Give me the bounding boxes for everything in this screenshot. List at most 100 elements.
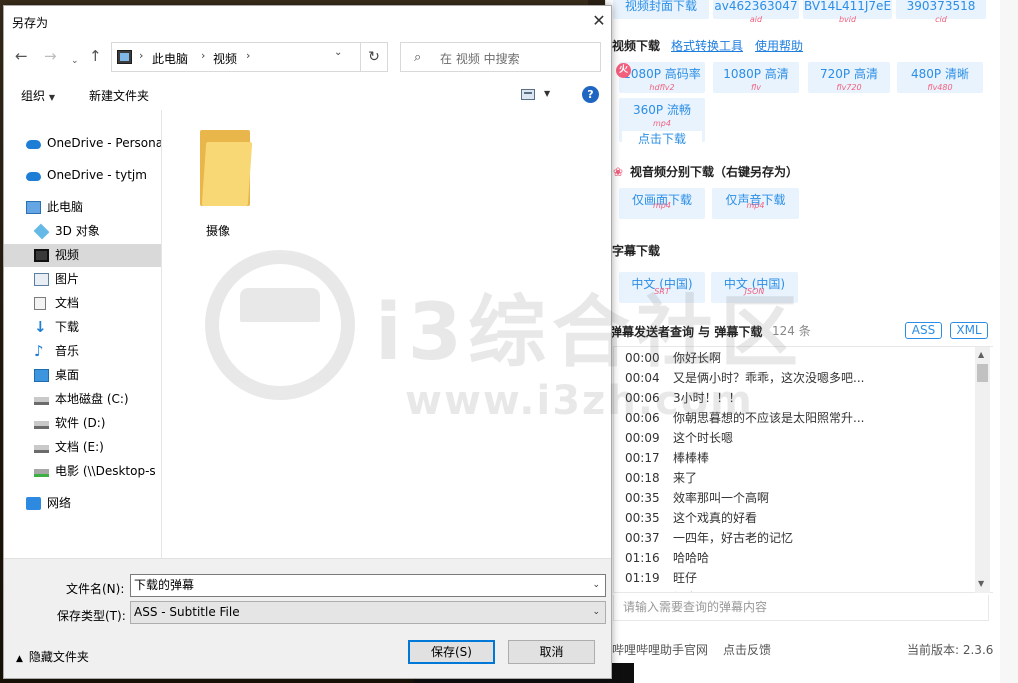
filetype-select[interactable]: ASS - Subtitle File ⌄: [130, 601, 606, 624]
breadcrumb-separator-icon[interactable]: ›: [139, 49, 143, 62]
tree-item[interactable]: 视频: [4, 244, 162, 267]
danmaku-row[interactable]: 00:35 效率那叫一个高啊: [614, 488, 976, 508]
danmaku-row[interactable]: 00:18 来了: [614, 468, 976, 488]
video-only-download-button[interactable]: 仅画面下载 mp4: [619, 188, 705, 219]
tree-item[interactable]: OneDrive - tytjm: [4, 164, 162, 187]
danmaku-scrollbar[interactable]: ▲ ▼: [975, 347, 990, 593]
tree-item-label: 文档: [55, 296, 80, 310]
click-download-link[interactable]: 点击下载: [622, 131, 702, 147]
chevron-down-icon[interactable]: ⌄: [592, 575, 600, 596]
refresh-icon[interactable]: ↻: [360, 43, 387, 71]
view-options-icon[interactable]: [521, 89, 535, 100]
address-bar[interactable]: › 此电脑 › 视频 › ⌄ ↻: [111, 42, 388, 72]
tree-item[interactable]: OneDrive - Persona: [4, 132, 162, 155]
new-folder-button[interactable]: 新建文件夹: [89, 87, 149, 104]
quality-360p-button[interactable]: 360P 流畅 mp4 点击下载: [619, 98, 705, 147]
help-link[interactable]: 使用帮助: [755, 37, 803, 54]
tree-item[interactable]: 文档 (E:): [4, 436, 162, 459]
chevron-down-icon[interactable]: ⌄: [592, 602, 600, 623]
caret-down-icon[interactable]: ▼: [544, 89, 550, 98]
audio-only-download-button[interactable]: 仅声音下载 mp4: [712, 188, 799, 219]
danmaku-row[interactable]: 00:06 3小时！！！: [614, 388, 976, 408]
xml-download-button[interactable]: XML: [950, 322, 988, 339]
ass-download-button[interactable]: ASS: [905, 322, 942, 339]
tree-item-label: 下载: [55, 320, 80, 334]
danmaku-row[interactable]: 01:19 旺仔: [614, 568, 976, 588]
tree-item[interactable]: 图片: [4, 268, 162, 291]
scroll-up-icon[interactable]: ▲: [978, 350, 984, 359]
pane-divider[interactable]: [161, 110, 162, 558]
cancel-button[interactable]: 取消: [508, 640, 595, 664]
tree-item[interactable]: 此电脑: [4, 196, 162, 219]
danmaku-row[interactable]: 00:35 这个戏真的好看: [614, 508, 976, 528]
scroll-down-icon[interactable]: ▼: [978, 579, 984, 588]
subtitle-json-button[interactable]: 中文 (中国) JSON: [711, 272, 798, 303]
danmaku-time: 00:37: [625, 531, 660, 545]
danmaku-text: 哈哈哈: [673, 551, 710, 565]
tree-item-label: 软件 (D:): [55, 416, 106, 430]
danmaku-row[interactable]: 01:23 绿皮: [614, 588, 976, 592]
tree-item[interactable]: 桌面: [4, 364, 162, 387]
danmaku-row[interactable]: 01:16 哈哈哈: [614, 548, 976, 568]
danmaku-row[interactable]: 00:09 这个时长嗯: [614, 428, 976, 448]
folder-label[interactable]: 摄像: [206, 222, 230, 239]
tree-item-label: 文档 (E:): [55, 440, 104, 454]
filename-label: 文件名(N):: [66, 582, 125, 596]
tree-item[interactable]: ↓ 下载: [4, 316, 162, 339]
danmaku-text: 绿皮: [673, 588, 697, 592]
quality-1080p-high-bitrate-button[interactable]: 1080P 高码率 hdflv2: [619, 62, 705, 93]
breadcrumb-separator-icon[interactable]: ›: [246, 49, 250, 62]
tree-item[interactable]: 文档: [4, 292, 162, 315]
close-icon[interactable]: ✕: [587, 10, 611, 32]
danmaku-row[interactable]: 00:06 你朝思暮想的不应该是太阳照常升...: [614, 408, 976, 428]
tree-item-label: 桌面: [55, 368, 80, 382]
breadcrumb-this-pc[interactable]: 此电脑: [152, 50, 188, 67]
up-arrow-icon[interactable]: ↑: [89, 47, 102, 65]
breadcrumb-videos[interactable]: 视频: [213, 50, 237, 67]
tree-item-label: OneDrive - tytjm: [47, 168, 147, 182]
danmaku-row[interactable]: 00:17 棒棒棒: [614, 448, 976, 468]
search-box[interactable]: ⌕ 在 视频 中搜索: [400, 42, 601, 72]
save-as-dialog: 另存为 ✕ ← → ⌄ ↑ › 此电脑 › 视频 › ⌄ ↻ ⌕ 在 视频 中搜…: [3, 5, 612, 679]
danmaku-row[interactable]: 00:04 又是俩小时？乖乖，这次没嗯多吧...: [614, 368, 976, 388]
hide-folders-toggle[interactable]: ▲ 隐藏文件夹: [16, 648, 89, 665]
quality-1080p-button[interactable]: 1080P 高清 flv: [713, 62, 799, 93]
filename-input[interactable]: 下载的弹幕 ⌄: [130, 574, 606, 597]
danmaku-search-input[interactable]: 请输入需要查询的弹幕内容: [613, 595, 989, 621]
tree-item[interactable]: 本地磁盘 (C:): [4, 388, 162, 411]
danmaku-text: 你好长啊: [673, 351, 722, 365]
tree-item[interactable]: ♪ 音乐: [4, 340, 162, 363]
tree-item[interactable]: 3D 对象: [4, 220, 162, 243]
recent-locations-chevron-icon[interactable]: ⌄: [71, 52, 79, 70]
aid-button[interactable]: av462363047 aid: [713, 0, 799, 24]
bvid-button[interactable]: BV14L411J7eE bvid: [803, 0, 892, 24]
video-folder-icon: [34, 249, 49, 262]
search-input[interactable]: 在 视频 中搜索: [440, 50, 520, 67]
screen: 视频封面下载 av462363047 aid BV14L411J7eE bvid 3…: [0, 0, 1018, 683]
footer-site-link[interactable]: 哔哩哔哩助手官网: [612, 641, 708, 658]
tree-item[interactable]: 网络: [4, 492, 162, 515]
documents-icon: [34, 297, 46, 310]
danmaku-row[interactable]: 00:00 你好长啊: [614, 348, 976, 368]
tree-item[interactable]: 软件 (D:): [4, 412, 162, 435]
breadcrumb-separator-icon[interactable]: ›: [201, 49, 205, 62]
folder-icon[interactable]: [200, 130, 254, 212]
scroll-thumb[interactable]: [977, 364, 988, 382]
tree-item[interactable]: 电影 (\\Desktop-s: [4, 460, 162, 483]
quality-720p-button[interactable]: 720P 高清 flv720: [808, 62, 890, 93]
cover-download-button[interactable]: 视频封面下载: [613, 0, 709, 19]
danmaku-time: 00:00: [625, 351, 660, 365]
subtitle-srt-button[interactable]: 中文 (中国) SRT: [619, 272, 705, 303]
address-dropdown-icon[interactable]: ⌄: [334, 47, 342, 58]
quality-480p-button[interactable]: 480P 清晰 flv480: [897, 62, 983, 93]
danmaku-row[interactable]: 00:37 一四年，好古老的记忆: [614, 528, 976, 548]
help-icon[interactable]: ?: [582, 86, 599, 103]
organize-menu[interactable]: 组织 ▼: [21, 87, 55, 104]
cid-button[interactable]: 390373518 cid: [896, 0, 986, 24]
forward-arrow-icon[interactable]: →: [44, 47, 57, 65]
save-button[interactable]: 保存(S): [408, 640, 495, 664]
format-convert-link[interactable]: 格式转换工具: [671, 37, 743, 54]
footer-feedback-link[interactable]: 点击反馈: [723, 641, 771, 658]
paw-icon: ❀: [613, 165, 624, 179]
back-arrow-icon[interactable]: ←: [15, 47, 28, 65]
